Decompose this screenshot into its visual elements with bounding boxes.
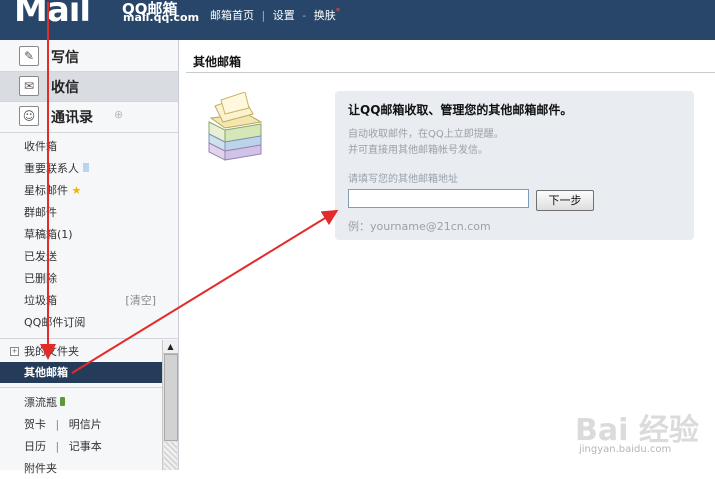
compose-label: 写信 <box>51 50 79 66</box>
mailbox-stack-icon <box>208 92 263 161</box>
next-step-button[interactable]: 下一步 <box>536 190 594 211</box>
pin-icon[interactable]: ⊕ <box>114 108 123 121</box>
pipe-separator: | <box>55 440 60 453</box>
title-divider <box>186 72 715 73</box>
receive-mail-button[interactable]: ✉ 收信 <box>0 72 178 101</box>
folder-important-contacts[interactable]: 重要联系人 <box>0 158 162 179</box>
top-nav: 邮箱首页 | 设置 - 换肤* <box>210 7 340 23</box>
example-address: 例：yourname@21cn.com <box>348 220 491 233</box>
scroll-thumb[interactable] <box>164 354 178 441</box>
compose-button[interactable]: ✎ 写信 <box>0 42 178 71</box>
card-row: 贺卡 | 明信片 <box>0 414 162 435</box>
folder-starred[interactable]: 星标邮件 ★ <box>0 180 162 201</box>
hint-auto-fetch: 自动收取邮件，在QQ上立即提醒。 <box>348 129 504 140</box>
clear-spam-link[interactable]: [清空] <box>125 290 156 311</box>
watermark-url: jingyan.baidu.com <box>579 444 672 455</box>
divider <box>0 387 162 388</box>
star-icon: ★ <box>71 184 82 197</box>
calendar-row: 日历 | 记事本 <box>0 436 162 457</box>
bottle-icon <box>60 397 65 406</box>
pencil-icon: ✎ <box>19 46 39 66</box>
panel-heading: 让QQ邮箱收取、管理您的其他邮箱邮件。 <box>348 103 573 117</box>
inbox-icon: ✉ <box>19 76 39 96</box>
divider <box>0 338 178 339</box>
nav-settings[interactable]: 设置 <box>273 9 295 22</box>
nav-separator: - <box>302 9 307 22</box>
folder-qq-subscription[interactable]: QQ邮件订阅 <box>0 312 162 333</box>
folder-spam[interactable]: 垃圾箱 [清空] <box>0 290 162 311</box>
folder-group-mail[interactable]: 群邮件 <box>0 202 162 223</box>
greeting-card-link[interactable]: 贺卡 <box>24 418 46 431</box>
folder-drafts[interactable]: 草稿箱(1) <box>0 224 162 245</box>
watermark-text: Bai 经验 <box>575 413 699 448</box>
drift-bottle-label: 漂流瓶 <box>24 396 57 409</box>
hint-send-as: 并可直接用其他邮箱帐号发信。 <box>348 145 488 156</box>
new-badge: * <box>335 7 341 17</box>
my-folders-toggle[interactable]: + 我的文件夹 <box>0 341 162 362</box>
other-mailbox-panel: 让QQ邮箱收取、管理您的其他邮箱邮件。 自动收取邮件，在QQ上立即提醒。 并可直… <box>335 91 694 240</box>
drift-bottle-link[interactable]: 漂流瓶 <box>0 392 162 413</box>
postcard-link[interactable]: 明信片 <box>69 418 102 431</box>
receive-label: 收信 <box>51 80 79 96</box>
folder-other-mailbox[interactable]: 其他邮箱 <box>0 362 162 383</box>
top-header: Mail QQ邮箱 mail.qq.com 邮箱首页 | 设置 - 换肤* <box>0 0 715 40</box>
nav-mailbox-home[interactable]: 邮箱首页 <box>210 9 254 22</box>
notebook-link[interactable]: 记事本 <box>69 440 102 453</box>
folder-label: 垃圾箱 <box>24 294 57 307</box>
folder-deleted[interactable]: 已删除 <box>0 268 162 289</box>
page-title: 其他邮箱 <box>193 55 242 69</box>
logo-domain: mail.qq.com <box>123 11 200 24</box>
other-mailbox-address-input[interactable] <box>348 189 529 208</box>
nav-change-skin[interactable]: 换肤 <box>314 9 336 22</box>
bookmark-icon <box>83 163 89 172</box>
baidu-jingyan-watermark: Bai 经验 jingyan.baidu.com <box>575 405 705 463</box>
address-input-label: 请填写您的其他邮箱地址 <box>348 174 458 185</box>
attachment-folder-link[interactable]: 附件夹 <box>0 458 162 479</box>
folder-label: 星标邮件 <box>24 184 68 197</box>
contacts-button[interactable]: ☺ 通讯录 ⊕ <box>0 102 178 131</box>
divider <box>0 132 178 133</box>
address-book-icon: ☺ <box>19 106 39 126</box>
calendar-link[interactable]: 日历 <box>24 440 46 453</box>
sidebar: ✎ 写信 ✉ 收信 ☺ 通讯录 ⊕ 收件箱 重要联系人 星标邮件 ★ 群邮件 草… <box>0 40 179 475</box>
pipe-separator: | <box>55 418 60 431</box>
qq-mail-logo[interactable]: Mail <box>14 0 91 30</box>
nav-separator: | <box>261 9 266 22</box>
expand-plus-icon[interactable]: + <box>10 347 19 356</box>
folder-label: 重要联系人 <box>24 162 79 175</box>
folder-inbox[interactable]: 收件箱 <box>0 136 162 157</box>
scroll-up-arrow-icon[interactable]: ▲ <box>163 340 178 354</box>
scroll-track[interactable] <box>164 442 177 470</box>
my-folders-label: 我的文件夹 <box>24 345 79 358</box>
folder-sent[interactable]: 已发送 <box>0 246 162 267</box>
sidebar-scrollbar[interactable]: ▲ <box>162 340 178 470</box>
contacts-label: 通讯录 <box>51 110 93 126</box>
